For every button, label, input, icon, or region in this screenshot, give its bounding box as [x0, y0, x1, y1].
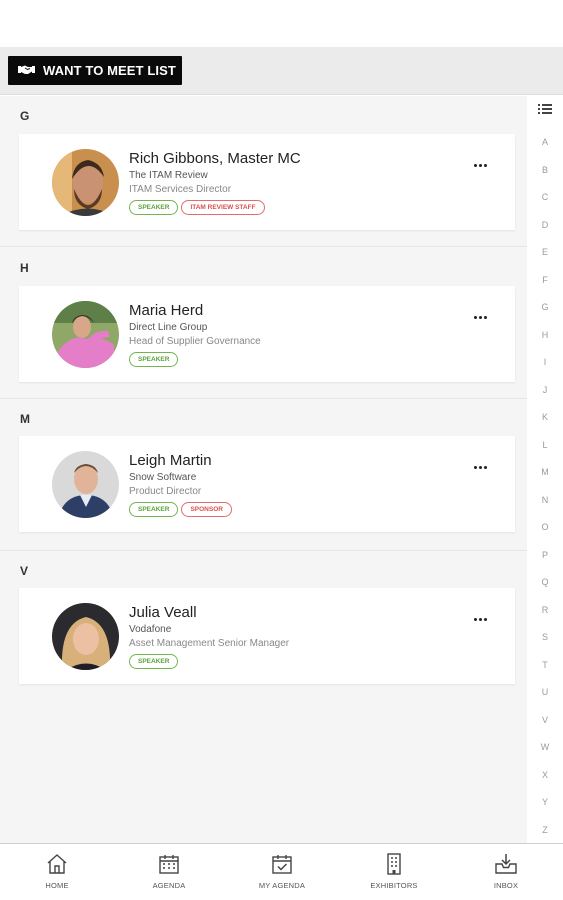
nav-inbox-label: INBOX [493, 881, 519, 890]
attendee-card[interactable]: Julia Veall Vodafone Asset Management Se… [19, 588, 515, 684]
speaker-badge: SPEAKER [129, 654, 179, 669]
attendee-tags: SPEAKER [129, 654, 179, 669]
attendee-name: Leigh Martin [129, 452, 212, 469]
attendee-card[interactable]: Leigh Martin Snow Software Product Direc… [19, 436, 515, 532]
attendee-title: Head of Supplier Governance [129, 336, 261, 347]
index-letter-v[interactable]: V [527, 715, 563, 725]
list-icon[interactable] [536, 101, 554, 117]
index-letter-n[interactable]: N [527, 495, 563, 505]
avatar [52, 149, 119, 216]
section-header-g: G [20, 109, 30, 123]
more-icon[interactable] [467, 157, 493, 173]
index-letter-u[interactable]: U [527, 687, 563, 697]
avatar [52, 451, 119, 518]
nav-my-agenda[interactable]: MY AGENDA [237, 852, 327, 890]
index-letter-r[interactable]: R [527, 605, 563, 615]
want-to-meet-list-label: WANT TO MEET LIST [43, 63, 176, 78]
section-divider [0, 398, 527, 399]
index-letter-f[interactable]: F [527, 275, 563, 285]
attendee-company: Direct Line Group [129, 322, 208, 333]
attendee-name: Maria Herd [129, 302, 204, 319]
attendee-company: Snow Software [129, 472, 197, 483]
nav-exhibitors[interactable]: EXHIBITORS [349, 852, 439, 890]
nav-inbox[interactable]: INBOX [461, 852, 551, 890]
index-letter-b[interactable]: B [527, 165, 563, 175]
index-letter-j[interactable]: J [527, 385, 563, 395]
top-toolbar: WANT TO MEET LIST [0, 47, 563, 95]
more-icon[interactable] [467, 611, 493, 627]
index-letter-o[interactable]: O [527, 522, 563, 532]
attendee-tags: SPEAKER SPONSOR [129, 502, 232, 517]
index-letter-t[interactable]: T [527, 660, 563, 670]
nav-my-agenda-label: MY AGENDA [258, 881, 306, 890]
speaker-badge: SPEAKER [129, 352, 179, 367]
index-letter-m[interactable]: M [527, 467, 563, 477]
index-letter-d[interactable]: D [527, 220, 563, 230]
section-divider [0, 246, 527, 247]
attendee-company: Vodafone [129, 624, 172, 635]
index-letter-z[interactable]: Z [527, 825, 563, 835]
index-letter-q[interactable]: Q [527, 577, 563, 587]
attendee-title: Product Director [129, 486, 202, 497]
section-header-h: H [20, 261, 29, 275]
nav-home[interactable]: HOME [12, 852, 102, 890]
index-letter-c[interactable]: C [527, 192, 563, 202]
nav-home-label: HOME [45, 881, 69, 890]
attendee-title: ITAM Services Director [129, 184, 232, 195]
index-letter-x[interactable]: X [527, 770, 563, 780]
index-letter-k[interactable]: K [527, 412, 563, 422]
attendee-card[interactable]: Maria Herd Direct Line Group Head of Sup… [19, 286, 515, 382]
more-icon[interactable] [467, 459, 493, 475]
index-letter-p[interactable]: P [527, 550, 563, 560]
staff-badge: ITAM REVIEW STAFF [181, 200, 265, 215]
index-letter-i[interactable]: I [527, 357, 563, 367]
attendee-tags: SPEAKER ITAM REVIEW STAFF [129, 200, 265, 215]
index-letter-l[interactable]: L [527, 440, 563, 450]
calendar-check-icon [237, 852, 327, 876]
attendee-name: Julia Veall [129, 604, 197, 621]
index-letter-e[interactable]: E [527, 247, 563, 257]
want-to-meet-list-button[interactable]: WANT TO MEET LIST [8, 56, 182, 85]
attendee-card[interactable]: Rich Gibbons, Master MC The ITAM Review … [19, 134, 515, 230]
calendar-icon [124, 852, 214, 876]
attendee-company: The ITAM Review [129, 170, 208, 181]
index-letter-g[interactable]: G [527, 302, 563, 312]
inbox-icon [461, 852, 551, 876]
speaker-badge: SPEAKER [129, 502, 179, 517]
avatar [52, 603, 119, 670]
handshake-icon [18, 62, 35, 80]
index-letter-s[interactable]: S [527, 632, 563, 642]
building-icon [349, 852, 439, 876]
index-letter-a[interactable]: A [527, 137, 563, 147]
avatar [52, 301, 119, 368]
attendee-list-screen: WANT TO MEET LIST G Rich Gibbons, Master… [0, 0, 563, 900]
nav-exhibitors-label: EXHIBITORS [370, 881, 418, 890]
sponsor-badge: SPONSOR [181, 502, 232, 517]
attendee-title: Asset Management Senior Manager [129, 638, 290, 649]
index-letter-w[interactable]: W [527, 742, 563, 752]
attendee-name: Rich Gibbons, Master MC [129, 150, 301, 167]
section-divider [0, 550, 527, 551]
attendee-list[interactable]: G Rich Gibbons, Master MC The ITAM Revie… [0, 96, 527, 843]
nav-agenda[interactable]: AGENDA [124, 852, 214, 890]
more-icon[interactable] [467, 309, 493, 325]
section-header-m: M [20, 412, 30, 426]
index-letter-h[interactable]: H [527, 330, 563, 340]
speaker-badge: SPEAKER [129, 200, 179, 215]
section-header-v: V [20, 564, 29, 578]
home-icon [12, 852, 102, 876]
index-letter-y[interactable]: Y [527, 797, 563, 807]
nav-agenda-label: AGENDA [152, 881, 186, 890]
attendee-tags: SPEAKER [129, 352, 179, 367]
bottom-navigation: HOME AGENDA MY AGENDA EXHIBITORS INBOX [0, 843, 563, 900]
